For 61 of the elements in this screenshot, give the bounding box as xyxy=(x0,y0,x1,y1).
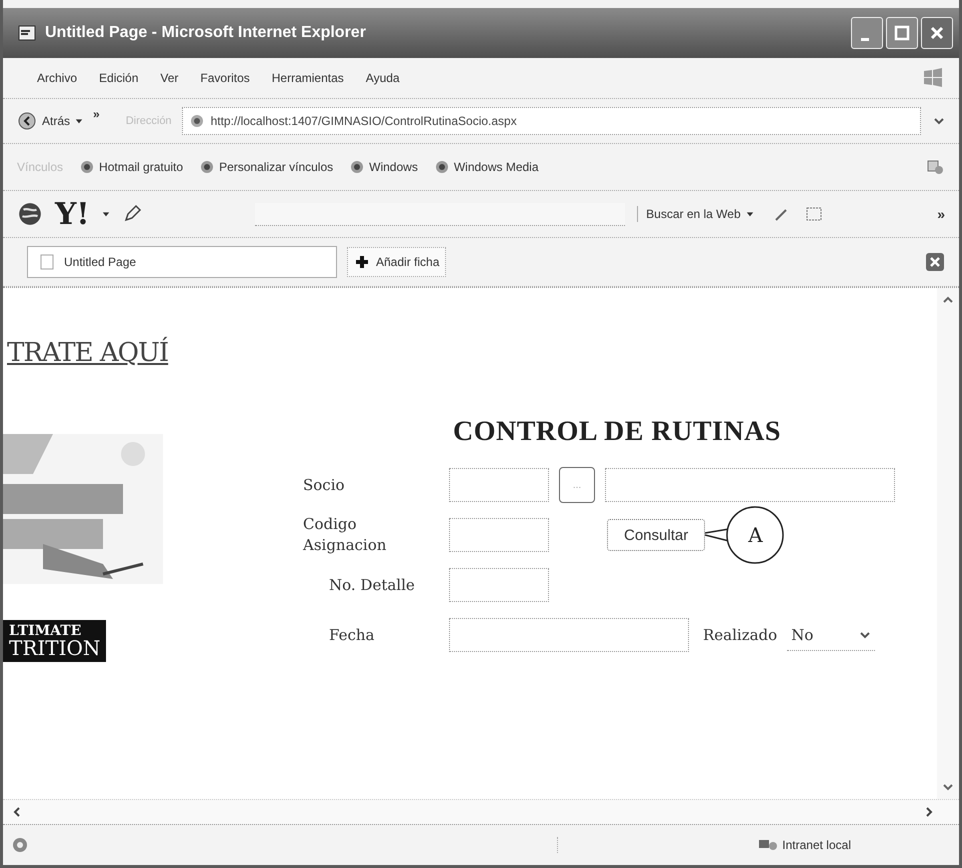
browser-tab[interactable]: Untitled Page xyxy=(27,246,337,278)
vertical-scrollbar[interactable] xyxy=(937,288,959,799)
minimize-icon xyxy=(861,38,869,40)
consultar-button[interactable]: Consultar xyxy=(607,519,706,551)
globe-icon[interactable] xyxy=(17,201,43,227)
field-label: No. Detalle xyxy=(328,576,416,594)
more-button[interactable]: » xyxy=(93,107,100,121)
search-button[interactable]: Buscar en la Web xyxy=(637,206,760,222)
maximize-icon xyxy=(892,23,912,43)
new-tab-button[interactable]: Añadir ficha xyxy=(347,247,446,277)
field-label: Fecha xyxy=(328,626,376,644)
page-icon xyxy=(199,159,216,175)
page-icon xyxy=(434,159,450,175)
status-zone: Intranet local xyxy=(557,837,851,853)
network-icon xyxy=(758,837,778,853)
dropdown[interactable]: No xyxy=(787,619,876,651)
field-label: Codigo Asignacion xyxy=(303,514,388,556)
brand-logo: LTIMATE TRITION xyxy=(3,620,106,662)
search-field[interactable] xyxy=(255,202,626,226)
page-icon xyxy=(349,159,366,175)
link-item[interactable]: Windows xyxy=(349,159,418,175)
input-field[interactable] xyxy=(449,518,549,552)
yahoo-logo[interactable]: Y! xyxy=(55,196,90,232)
caret-icon xyxy=(75,117,84,125)
windows-flag-icon xyxy=(921,66,945,90)
address-label: Dirección xyxy=(126,115,172,127)
input-field[interactable] xyxy=(605,468,895,502)
horizontal-scrollbar[interactable] xyxy=(3,799,959,824)
back-button[interactable]: Atrás xyxy=(17,111,84,131)
page-icon xyxy=(188,113,205,129)
browser-icon xyxy=(17,23,37,43)
close-button[interactable] xyxy=(921,17,953,49)
menu-item[interactable]: Edición xyxy=(99,71,138,85)
menu-item[interactable]: Favoritos xyxy=(200,71,250,85)
close-icon[interactable] xyxy=(925,252,945,272)
maximize-button[interactable] xyxy=(886,17,918,49)
ie-icon xyxy=(11,836,29,854)
caret-icon[interactable] xyxy=(102,210,110,218)
window-title: Untitled Page - Microsoft Internet Explorer xyxy=(45,24,366,42)
input-field[interactable] xyxy=(449,468,549,502)
input-field[interactable] xyxy=(449,568,549,602)
address-field[interactable]: http://localhost:1407/GIMNASIO/ControlRutinaSocio.aspx xyxy=(182,107,921,135)
link-item[interactable]: Hotmail gratuito xyxy=(79,159,184,175)
more-button[interactable]: » xyxy=(937,206,945,222)
menu-item[interactable]: Ayuda xyxy=(366,71,400,85)
field-label: Realizado xyxy=(703,626,778,644)
menu-item[interactable]: Herramientas xyxy=(272,71,344,85)
link-item[interactable]: Windows Media xyxy=(434,159,539,175)
plus-icon xyxy=(354,254,370,270)
input-field[interactable] xyxy=(449,618,689,652)
page-icon xyxy=(79,159,96,175)
caret-icon xyxy=(746,210,754,218)
menu-item[interactable]: Archivo xyxy=(37,71,78,85)
page-icon xyxy=(40,254,54,270)
link-item[interactable]: Personalizar vínculos xyxy=(199,159,334,175)
menu-item[interactable]: Ver xyxy=(160,71,178,85)
links-label: Vínculos xyxy=(17,160,64,174)
page-heading: CONTROL DE RUTINAS xyxy=(453,416,782,448)
field-label: Socio xyxy=(303,476,346,494)
minimize-button[interactable] xyxy=(851,17,883,49)
register-link[interactable]: TRATE AQUÍ xyxy=(7,338,168,368)
